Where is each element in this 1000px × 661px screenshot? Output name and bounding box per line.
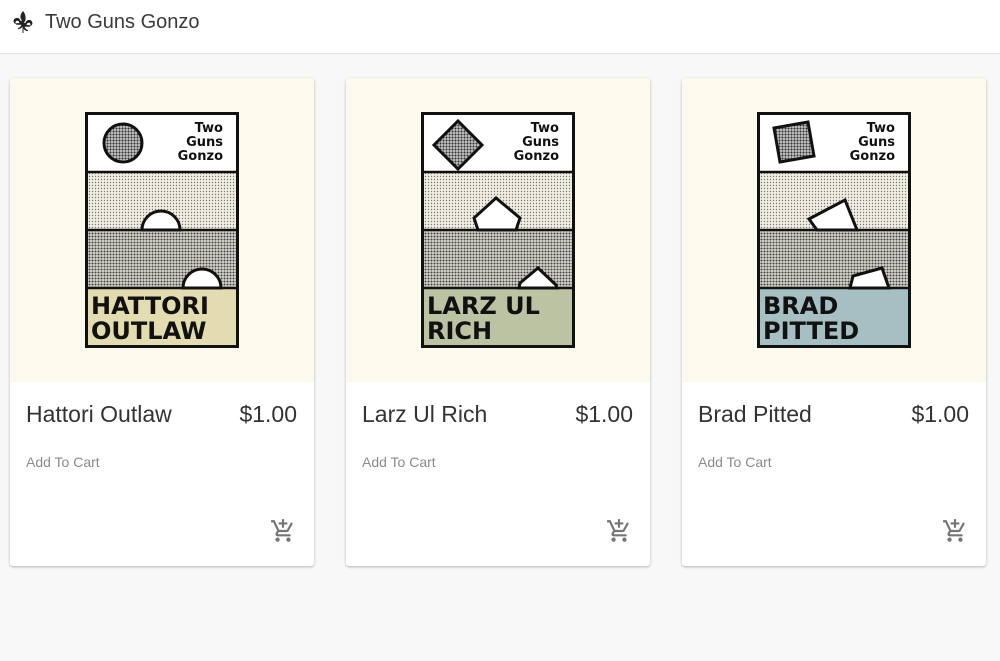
- poster-art: Two Guns Gonzo LARZ UL RICH: [421, 112, 575, 348]
- product-card: Two Guns Gonzo HATTORI OUTLAW Hattori Ou…: [10, 78, 314, 566]
- product-name: Hattori Outlaw: [26, 401, 172, 427]
- poster-label-line: HATTORI: [91, 292, 209, 320]
- tilted-square-shape: [772, 120, 816, 164]
- poster-label-line: BRAD: [763, 292, 838, 320]
- add-to-cart-link[interactable]: Add To Cart: [26, 454, 100, 470]
- product-image[interactable]: Two Guns Gonzo LARZ UL RICH: [346, 78, 650, 382]
- poster-brand-line: Guns: [522, 135, 559, 150]
- circle-shape: [102, 122, 144, 164]
- product-price: $1.00: [575, 401, 633, 427]
- poster-brand-line: Guns: [186, 135, 223, 150]
- poster-brand-line: Gonzo: [178, 149, 223, 164]
- poster-brand-line: Two: [531, 121, 559, 136]
- poster-brand-line: Guns: [858, 135, 895, 150]
- app-title: Two Guns Gonzo: [45, 11, 200, 33]
- product-name: Larz Ul Rich: [362, 401, 488, 427]
- poster-label-line: RICH: [427, 317, 492, 345]
- poster-brand-line: Gonzo: [850, 149, 895, 164]
- poster-label-line: PITTED: [763, 317, 859, 345]
- product-card: Two Guns Gonzo LARZ UL RICH Larz Ul Rich…: [346, 78, 650, 566]
- poster-brand-line: Gonzo: [514, 149, 559, 164]
- product-price: $1.00: [239, 401, 297, 427]
- product-image[interactable]: Two Guns Gonzo HATTORI OUTLAW: [10, 78, 314, 382]
- add-shopping-cart-icon[interactable]: [270, 518, 296, 544]
- app-header: Two Guns Gonzo: [0, 0, 1000, 54]
- poster-brand-line: Two: [867, 121, 895, 136]
- poster-art: Two Guns Gonzo BRAD PITTED: [757, 112, 911, 348]
- fleur-de-lis-icon[interactable]: [12, 10, 34, 34]
- poster-label-line: LARZ UL: [427, 292, 540, 320]
- add-shopping-cart-icon[interactable]: [942, 518, 968, 544]
- add-to-cart-link[interactable]: Add To Cart: [362, 454, 436, 470]
- add-shopping-cart-icon[interactable]: [606, 518, 632, 544]
- poster-label-line: OUTLAW: [91, 317, 207, 345]
- product-price: $1.00: [911, 401, 969, 427]
- product-card: Two Guns Gonzo BRAD PITTED Brad Pitted $…: [682, 78, 986, 566]
- product-name: Brad Pitted: [698, 401, 812, 427]
- poster-art: Two Guns Gonzo HATTORI OUTLAW: [85, 112, 239, 348]
- poster-brand-line: Two: [195, 121, 223, 136]
- add-to-cart-link[interactable]: Add To Cart: [698, 454, 772, 470]
- product-image[interactable]: Two Guns Gonzo BRAD PITTED: [682, 78, 986, 382]
